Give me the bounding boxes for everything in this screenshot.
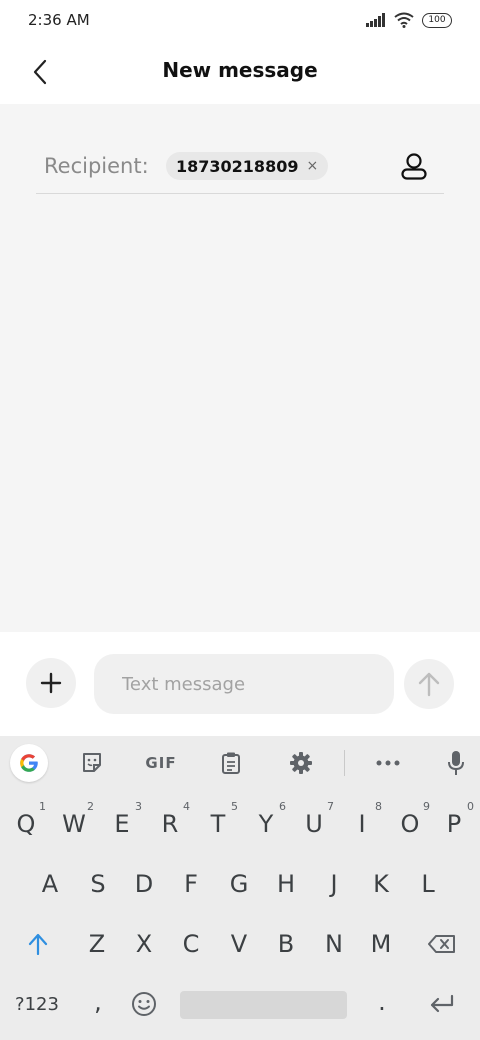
voice-input-button[interactable] (438, 744, 474, 782)
google-icon (20, 754, 38, 772)
key-i[interactable]: I8 (338, 798, 386, 850)
compose-bar (0, 632, 480, 736)
key-label: T (210, 810, 226, 838)
google-button[interactable] (10, 744, 48, 782)
key-b[interactable]: B (262, 918, 310, 970)
key-hint: 5 (231, 800, 238, 813)
keyboard-toolbar: GIF (0, 736, 480, 790)
key-x[interactable]: X (120, 918, 168, 970)
shift-arrow-icon (28, 933, 48, 955)
more-horiz-icon (376, 760, 400, 766)
key-hint: 7 (327, 800, 334, 813)
enter-icon (430, 994, 454, 1013)
key-j[interactable]: J (310, 858, 358, 910)
key-l[interactable]: L (404, 858, 452, 910)
key-hint: 3 (135, 800, 142, 813)
sticker-button[interactable] (74, 744, 110, 782)
shift-key[interactable] (12, 918, 64, 970)
key-hint: 0 (467, 800, 474, 813)
emoji-icon (132, 992, 156, 1016)
app-header: New message (0, 42, 480, 104)
key-hint: 1 (39, 800, 46, 813)
key-label: W (62, 810, 86, 838)
battery-level: 100 (428, 15, 446, 25)
key-m[interactable]: M (357, 918, 405, 970)
clipboard-icon (222, 752, 240, 774)
key-n[interactable]: N (310, 918, 358, 970)
recipient-number: 18730218809 (176, 156, 299, 176)
key-g[interactable]: G (215, 858, 263, 910)
key-hint: 9 (423, 800, 430, 813)
emoji-key[interactable] (120, 978, 168, 1030)
clipboard-button[interactable] (212, 744, 250, 782)
key-e[interactable]: E3 (98, 798, 146, 850)
toolbar-divider (344, 750, 345, 776)
contact-picker-button[interactable] (396, 148, 432, 184)
key-z[interactable]: Z (73, 918, 121, 970)
gif-button[interactable]: GIF (138, 744, 184, 782)
send-button[interactable] (404, 659, 454, 709)
key-d[interactable]: D (120, 858, 168, 910)
backspace-key[interactable] (414, 918, 470, 970)
key-label: R (161, 810, 179, 838)
key-c[interactable]: C (167, 918, 215, 970)
gif-label: GIF (145, 754, 177, 772)
key-k[interactable]: K (357, 858, 405, 910)
key-v[interactable]: V (215, 918, 263, 970)
key-label: E (114, 810, 130, 838)
contact-icon (401, 153, 427, 180)
status-time: 2:36 AM (28, 11, 90, 29)
message-input[interactable] (94, 654, 394, 714)
key-hint: 6 (279, 800, 286, 813)
gear-icon (290, 752, 312, 774)
attach-button[interactable] (26, 658, 76, 708)
status-icons: 100 (366, 12, 452, 28)
key-a[interactable]: A (26, 858, 74, 910)
key-y[interactable]: Y6 (242, 798, 290, 850)
key-s[interactable]: S (74, 858, 122, 910)
backspace-icon (428, 935, 455, 953)
recipient-chip[interactable]: 18730218809 × (166, 152, 329, 180)
key-f[interactable]: F (167, 858, 215, 910)
plus-icon (40, 672, 62, 694)
enter-key[interactable] (416, 978, 468, 1030)
key-h[interactable]: H (262, 858, 310, 910)
key-r[interactable]: R4 (146, 798, 194, 850)
key-hint: 2 (87, 800, 94, 813)
microphone-icon (448, 751, 464, 775)
settings-button[interactable] (282, 744, 320, 782)
remove-recipient-icon[interactable]: × (306, 158, 318, 174)
space-bar[interactable] (180, 991, 347, 1019)
arrow-up-icon (418, 672, 440, 697)
key-t[interactable]: T5 (194, 798, 242, 850)
key-label: U (305, 810, 323, 838)
conversation-area: Recipient: 18730218809 × (0, 104, 480, 632)
key-label: I (358, 810, 366, 838)
comma-key[interactable]: , (74, 976, 122, 1028)
status-bar: 2:36 AM 100 (0, 0, 480, 42)
recipient-label: Recipient: (44, 154, 149, 178)
key-label: O (400, 810, 420, 838)
key-w[interactable]: W2 (50, 798, 98, 850)
key-q[interactable]: Q1 (2, 798, 50, 850)
key-p[interactable]: P0 (430, 798, 478, 850)
key-u[interactable]: U7 (290, 798, 338, 850)
signal-icon (366, 13, 385, 27)
page-title: New message (162, 58, 318, 82)
period-key[interactable]: . (358, 976, 406, 1028)
more-button[interactable] (368, 744, 408, 782)
key-hint: 4 (183, 800, 190, 813)
wifi-icon (394, 12, 414, 28)
key-label: P (446, 810, 462, 838)
battery-icon: 100 (422, 12, 452, 28)
symbols-key[interactable]: ?123 (6, 978, 68, 1030)
keyboard: G I F Q 1 W 2 E 3 R 4 T 5 Y 6 U 7 I 8 O 9 … (0, 736, 480, 1040)
key-label: Q (16, 810, 36, 838)
key-label: Y (258, 810, 274, 838)
sticker-icon (83, 753, 101, 772)
key-hint: 8 (375, 800, 382, 813)
recipient-row: Recipient: 18730218809 × (36, 140, 444, 194)
key-o[interactable]: O9 (386, 798, 434, 850)
